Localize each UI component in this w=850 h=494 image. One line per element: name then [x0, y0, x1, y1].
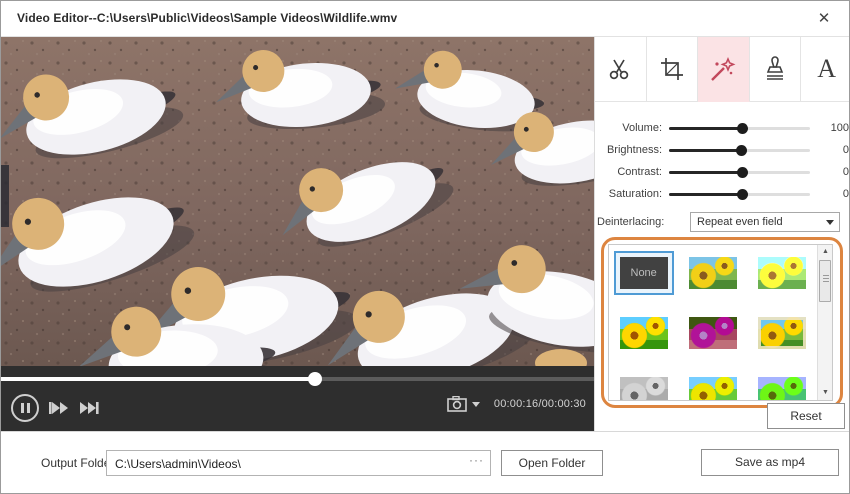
- effect-thumb-negative[interactable]: [683, 311, 743, 355]
- close-icon[interactable]: ✕: [813, 8, 835, 30]
- output-path-value: C:\Users\admin\Videos\: [115, 457, 241, 471]
- deinterlacing-selected: Repeat even field: [697, 216, 783, 228]
- seek-slider[interactable]: [1, 377, 594, 381]
- grayscale-effect-preview: [620, 377, 668, 400]
- pause-button[interactable]: [11, 394, 39, 422]
- effects-scrollbar[interactable]: ▲ ▼: [817, 245, 832, 400]
- window-title: Video Editor--C:\Users\Public\Videos\Sam…: [17, 11, 397, 25]
- skip-forward-icon: [79, 401, 99, 415]
- reset-button[interactable]: Reset: [767, 403, 845, 429]
- saturation-row: Saturation: 0: [595, 185, 850, 205]
- frame-effect-preview: [758, 317, 806, 349]
- tab-trim[interactable]: [595, 37, 647, 102]
- brightness-slider[interactable]: [669, 149, 810, 152]
- cool-effect-preview: [758, 377, 806, 400]
- effect-thumb-vivid[interactable]: [614, 311, 674, 355]
- effects-grid: None: [609, 245, 817, 400]
- snapshot-menu-arrow-icon[interactable]: [472, 402, 480, 407]
- open-folder-button[interactable]: Open Folder: [501, 450, 603, 476]
- saturation-slider[interactable]: [669, 193, 810, 196]
- vivid-effect-preview: [620, 317, 668, 349]
- crop-icon: [659, 56, 685, 82]
- effect-thumb-frame[interactable]: [752, 311, 812, 355]
- edit-panel: A Volume: 100 Brightness: 0 Contrast: 0 …: [594, 37, 850, 431]
- volume-row: Volume: 100: [595, 119, 850, 139]
- gannet-birds-scene: [1, 37, 594, 366]
- skip-back-icon: [49, 401, 69, 415]
- titlebar: Video Editor--C:\Users\Public\Videos\Sam…: [1, 1, 849, 37]
- effect-thumb-original[interactable]: [683, 251, 743, 295]
- contrast-slider[interactable]: [669, 171, 810, 174]
- previous-frame-button[interactable]: [49, 401, 69, 415]
- scissors-icon: [607, 56, 633, 82]
- brightness-value: 0: [813, 144, 849, 156]
- video-editor-window: Video Editor--C:\Users\Public\Videos\Sam…: [0, 0, 850, 494]
- tab-watermark[interactable]: [750, 37, 802, 102]
- saturation-label: Saturation:: [595, 188, 662, 200]
- effect-thumb-cool[interactable]: [752, 371, 812, 400]
- seek-thumb[interactable]: [308, 372, 322, 386]
- volume-slider[interactable]: [669, 127, 810, 130]
- scroll-down-icon[interactable]: ▼: [818, 386, 833, 400]
- volume-value: 100: [813, 122, 849, 134]
- deinterlacing-label: Deinterlacing:: [597, 216, 664, 228]
- volume-slider-thumb[interactable]: [737, 123, 748, 134]
- effect-thumb-none[interactable]: None: [614, 251, 674, 295]
- next-frame-button[interactable]: [79, 401, 99, 415]
- volume-label: Volume:: [595, 122, 662, 134]
- camera-icon: [447, 396, 467, 412]
- stamp-icon: [762, 56, 788, 82]
- save-as-mp4-button[interactable]: Save as mp4: [701, 449, 839, 476]
- brighten-effect-preview: [758, 257, 806, 289]
- deinterlacing-row: Deinterlacing: Repeat even field: [595, 212, 850, 234]
- saturation-slider-thumb[interactable]: [737, 189, 748, 200]
- contrast-row: Contrast: 0: [595, 163, 850, 183]
- browse-ellipsis-button[interactable]: ···: [469, 453, 484, 467]
- contrast-value: 0: [813, 166, 849, 178]
- brightness-label: Brightness:: [595, 144, 662, 156]
- scroll-up-icon[interactable]: ▲: [818, 245, 833, 259]
- snapshot-button[interactable]: [447, 396, 480, 412]
- effect-thumb-warm[interactable]: [683, 371, 743, 400]
- tab-text[interactable]: A: [801, 37, 850, 102]
- scrollbar-thumb[interactable]: [819, 260, 831, 302]
- effect-thumb-grayscale[interactable]: [614, 371, 674, 400]
- deinterlacing-dropdown[interactable]: Repeat even field: [690, 212, 840, 232]
- saturation-value: 0: [813, 188, 849, 200]
- seek-fill: [1, 377, 315, 381]
- original-effect-preview: [689, 257, 737, 289]
- time-display: 00:00:16/00:00:30: [494, 398, 586, 410]
- transport-bar: 00:00:16/00:00:30: [1, 366, 594, 431]
- video-area: 00:00:16/00:00:30: [1, 37, 594, 431]
- effects-listbox: None ▲ ▼: [608, 244, 833, 401]
- contrast-label: Contrast:: [595, 166, 662, 178]
- brightness-slider-thumb[interactable]: [736, 145, 747, 156]
- dropdown-arrow-icon: [826, 220, 834, 225]
- footer-bar: Output Folder : C:\Users\admin\Videos\ ·…: [1, 431, 850, 494]
- warm-effect-preview: [689, 377, 737, 400]
- tool-tabs: A: [595, 37, 850, 102]
- text-tool-icon: A: [817, 54, 836, 84]
- none-effect-preview: None: [620, 257, 668, 289]
- contrast-slider-thumb[interactable]: [737, 167, 748, 178]
- output-path-input[interactable]: C:\Users\admin\Videos\ ···: [106, 450, 491, 476]
- video-preview: [1, 37, 594, 366]
- tab-crop[interactable]: [647, 37, 699, 102]
- tab-effect[interactable]: [698, 37, 750, 102]
- effect-thumb-brighten[interactable]: [752, 251, 812, 295]
- brightness-row: Brightness: 0: [595, 141, 850, 161]
- negative-effect-preview: [689, 317, 737, 349]
- magic-wand-icon: [709, 55, 737, 83]
